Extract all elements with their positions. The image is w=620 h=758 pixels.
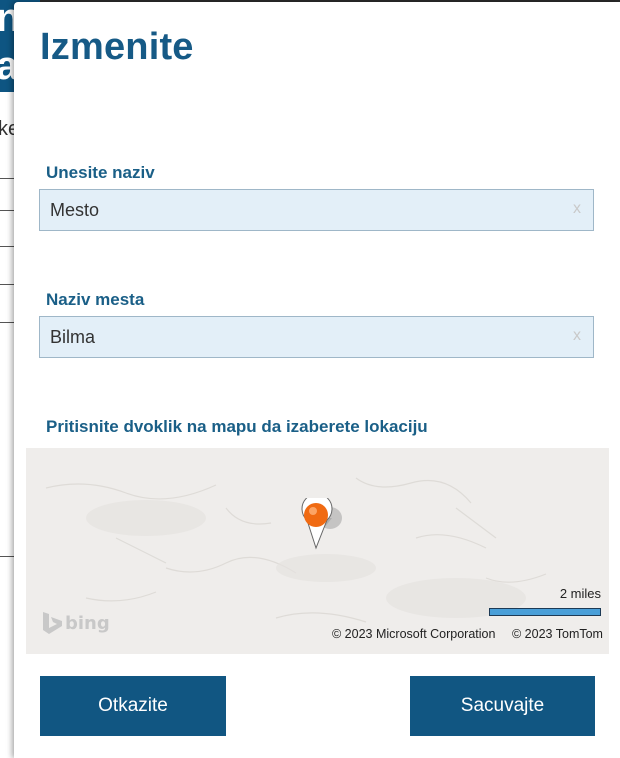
map-scale-label: 2 miles (559, 586, 601, 601)
map-instruction: Pritisnite dvoklik na mapu da izaberete … (46, 417, 428, 436)
place-clear-icon[interactable]: x (573, 327, 581, 345)
map-view[interactable]: bing 2 miles © 2023 Microsoft Corporatio… (26, 448, 609, 654)
name-clear-icon[interactable]: x (573, 200, 581, 218)
bing-logo-text: bing (65, 613, 110, 634)
save-button[interactable]: Sacuvajte (410, 676, 595, 736)
place-input[interactable] (40, 317, 560, 357)
dialog-title: Izmenite (40, 26, 194, 68)
place-field[interactable]: x (39, 316, 594, 358)
copyright-microsoft: © 2023 Microsoft Corporation (332, 627, 496, 641)
name-label: Unesite naziv (46, 163, 155, 182)
place-label: Naziv mesta (46, 290, 145, 309)
bing-logo-icon: bing (43, 612, 110, 634)
edit-dialog: Izmenite Unesite naziv x Naziv mesta x P… (14, 2, 620, 758)
name-input[interactable] (40, 190, 560, 230)
cancel-button[interactable]: Otkazite (40, 676, 226, 736)
copyright-tomtom: © 2023 TomTom (512, 627, 603, 641)
map-terrain (26, 448, 609, 654)
location-pin-icon[interactable] (298, 498, 348, 550)
map-scale-bar (489, 608, 601, 616)
name-field[interactable]: x (39, 189, 594, 231)
